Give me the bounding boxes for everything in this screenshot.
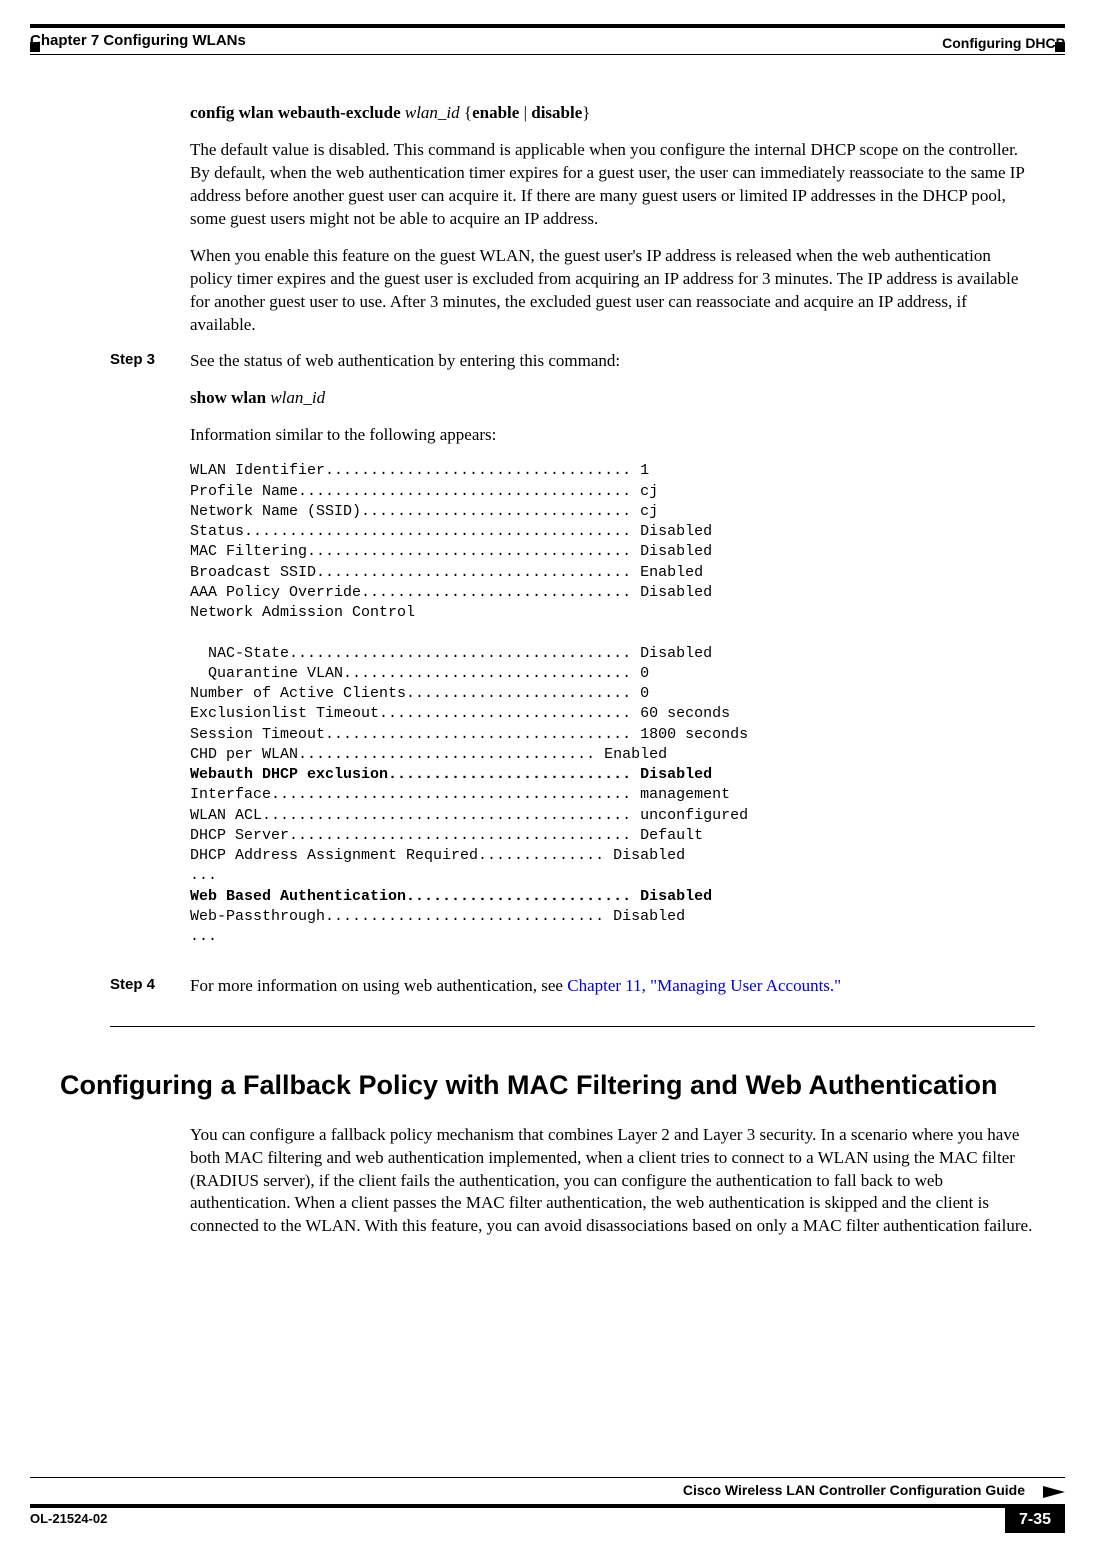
cli-line: Quarantine VLAN.........................…: [190, 665, 649, 682]
cli-line: DHCP Address Assignment Required........…: [190, 847, 685, 864]
cli-line: Broadcast SSID..........................…: [190, 564, 703, 581]
footer-guide-title: Cisco Wireless LAN Controller Configurat…: [683, 1482, 1025, 1498]
cli-line: AAA Policy Override.....................…: [190, 584, 712, 601]
cmd-token: }: [582, 103, 590, 122]
command-syntax: show wlan wlan_id: [190, 387, 1035, 410]
cli-line: Interface...............................…: [190, 786, 730, 803]
footer-rule-thick: [30, 1504, 1065, 1508]
cli-line: Status..................................…: [190, 523, 712, 540]
cli-line: WLAN ACL................................…: [190, 807, 748, 824]
cli-line-bold: Web Based Authentication................…: [190, 888, 712, 905]
step-body: See the status of web authentication by …: [190, 350, 1035, 961]
cmd-arg: wlan_id: [405, 103, 464, 122]
cmd-arg: wlan_id: [270, 388, 325, 407]
header-section: Configuring DHCP: [942, 35, 1065, 51]
header-rule-thin: [30, 54, 1065, 55]
cli-line: Profile Name............................…: [190, 483, 658, 500]
cli-line: ...: [190, 928, 217, 945]
cli-line: CHD per WLAN............................…: [190, 746, 667, 763]
cli-line: Number of Active Clients................…: [190, 685, 649, 702]
cli-output: WLAN Identifier.........................…: [190, 461, 1035, 947]
cli-line: DHCP Server.............................…: [190, 827, 703, 844]
paragraph: The default value is disabled. This comm…: [190, 139, 1035, 231]
step-divider: [110, 1026, 1035, 1027]
main-content: config wlan webauth-exclude wlan_id {ena…: [190, 102, 1035, 1238]
header-chapter: Chapter 7 Configuring WLANs: [30, 32, 246, 49]
cli-line: Web-Passthrough.........................…: [190, 908, 685, 925]
cli-line-bold: Webauth DHCP exclusion..................…: [190, 766, 712, 783]
page: Chapter 7 Configuring WLANs Configuring …: [0, 0, 1095, 1548]
cmd-token: config wlan webauth-exclude: [190, 103, 405, 122]
xref-link[interactable]: Chapter 11, "Managing User Accounts.": [567, 976, 841, 995]
section-heading: Configuring a Fallback Policy with MAC F…: [60, 1067, 1035, 1103]
cli-line: Exclusionlist Timeout...................…: [190, 705, 730, 722]
cli-line: Network Admission Control: [190, 604, 415, 621]
cmd-token: {: [464, 103, 472, 122]
cli-line: Network Name (SSID).....................…: [190, 503, 658, 520]
step-4: Step 4 For more information on using web…: [190, 975, 1035, 1012]
step-label: Step 3: [110, 350, 190, 370]
page-number: 7-35: [1005, 1507, 1065, 1533]
footer-rule-thin: [30, 1477, 1065, 1478]
cmd-token: enable: [472, 103, 519, 122]
cli-line: WLAN Identifier.........................…: [190, 462, 649, 479]
step-label: Step 4: [110, 975, 190, 995]
command-syntax: config wlan webauth-exclude wlan_id {ena…: [190, 102, 1035, 125]
paragraph: You can configure a fallback policy mech…: [190, 1124, 1035, 1239]
footer-doc-id: OL-21524-02: [30, 1511, 107, 1526]
cli-line: NAC-State...............................…: [190, 645, 712, 662]
cmd-token: disable: [531, 103, 582, 122]
cmd-token: |: [519, 103, 531, 122]
step-sentence: See the status of web authentication by …: [190, 350, 1035, 373]
cli-line: MAC Filtering...........................…: [190, 543, 712, 560]
paragraph: When you enable this feature on the gues…: [190, 245, 1035, 337]
info-line: Information similar to the following app…: [190, 424, 1035, 447]
cmd-token: show wlan: [190, 388, 270, 407]
step-sentence: For more information on using web authen…: [190, 975, 1035, 998]
footer-arrow-icon: [1043, 1486, 1065, 1498]
cli-line: Session Timeout.........................…: [190, 726, 748, 743]
header-rule-thick: [30, 24, 1065, 28]
step-body: For more information on using web authen…: [190, 975, 1035, 1012]
step-3: Step 3 See the status of web authenticat…: [190, 350, 1035, 961]
text: For more information on using web authen…: [190, 976, 567, 995]
cli-line: ...: [190, 867, 217, 884]
